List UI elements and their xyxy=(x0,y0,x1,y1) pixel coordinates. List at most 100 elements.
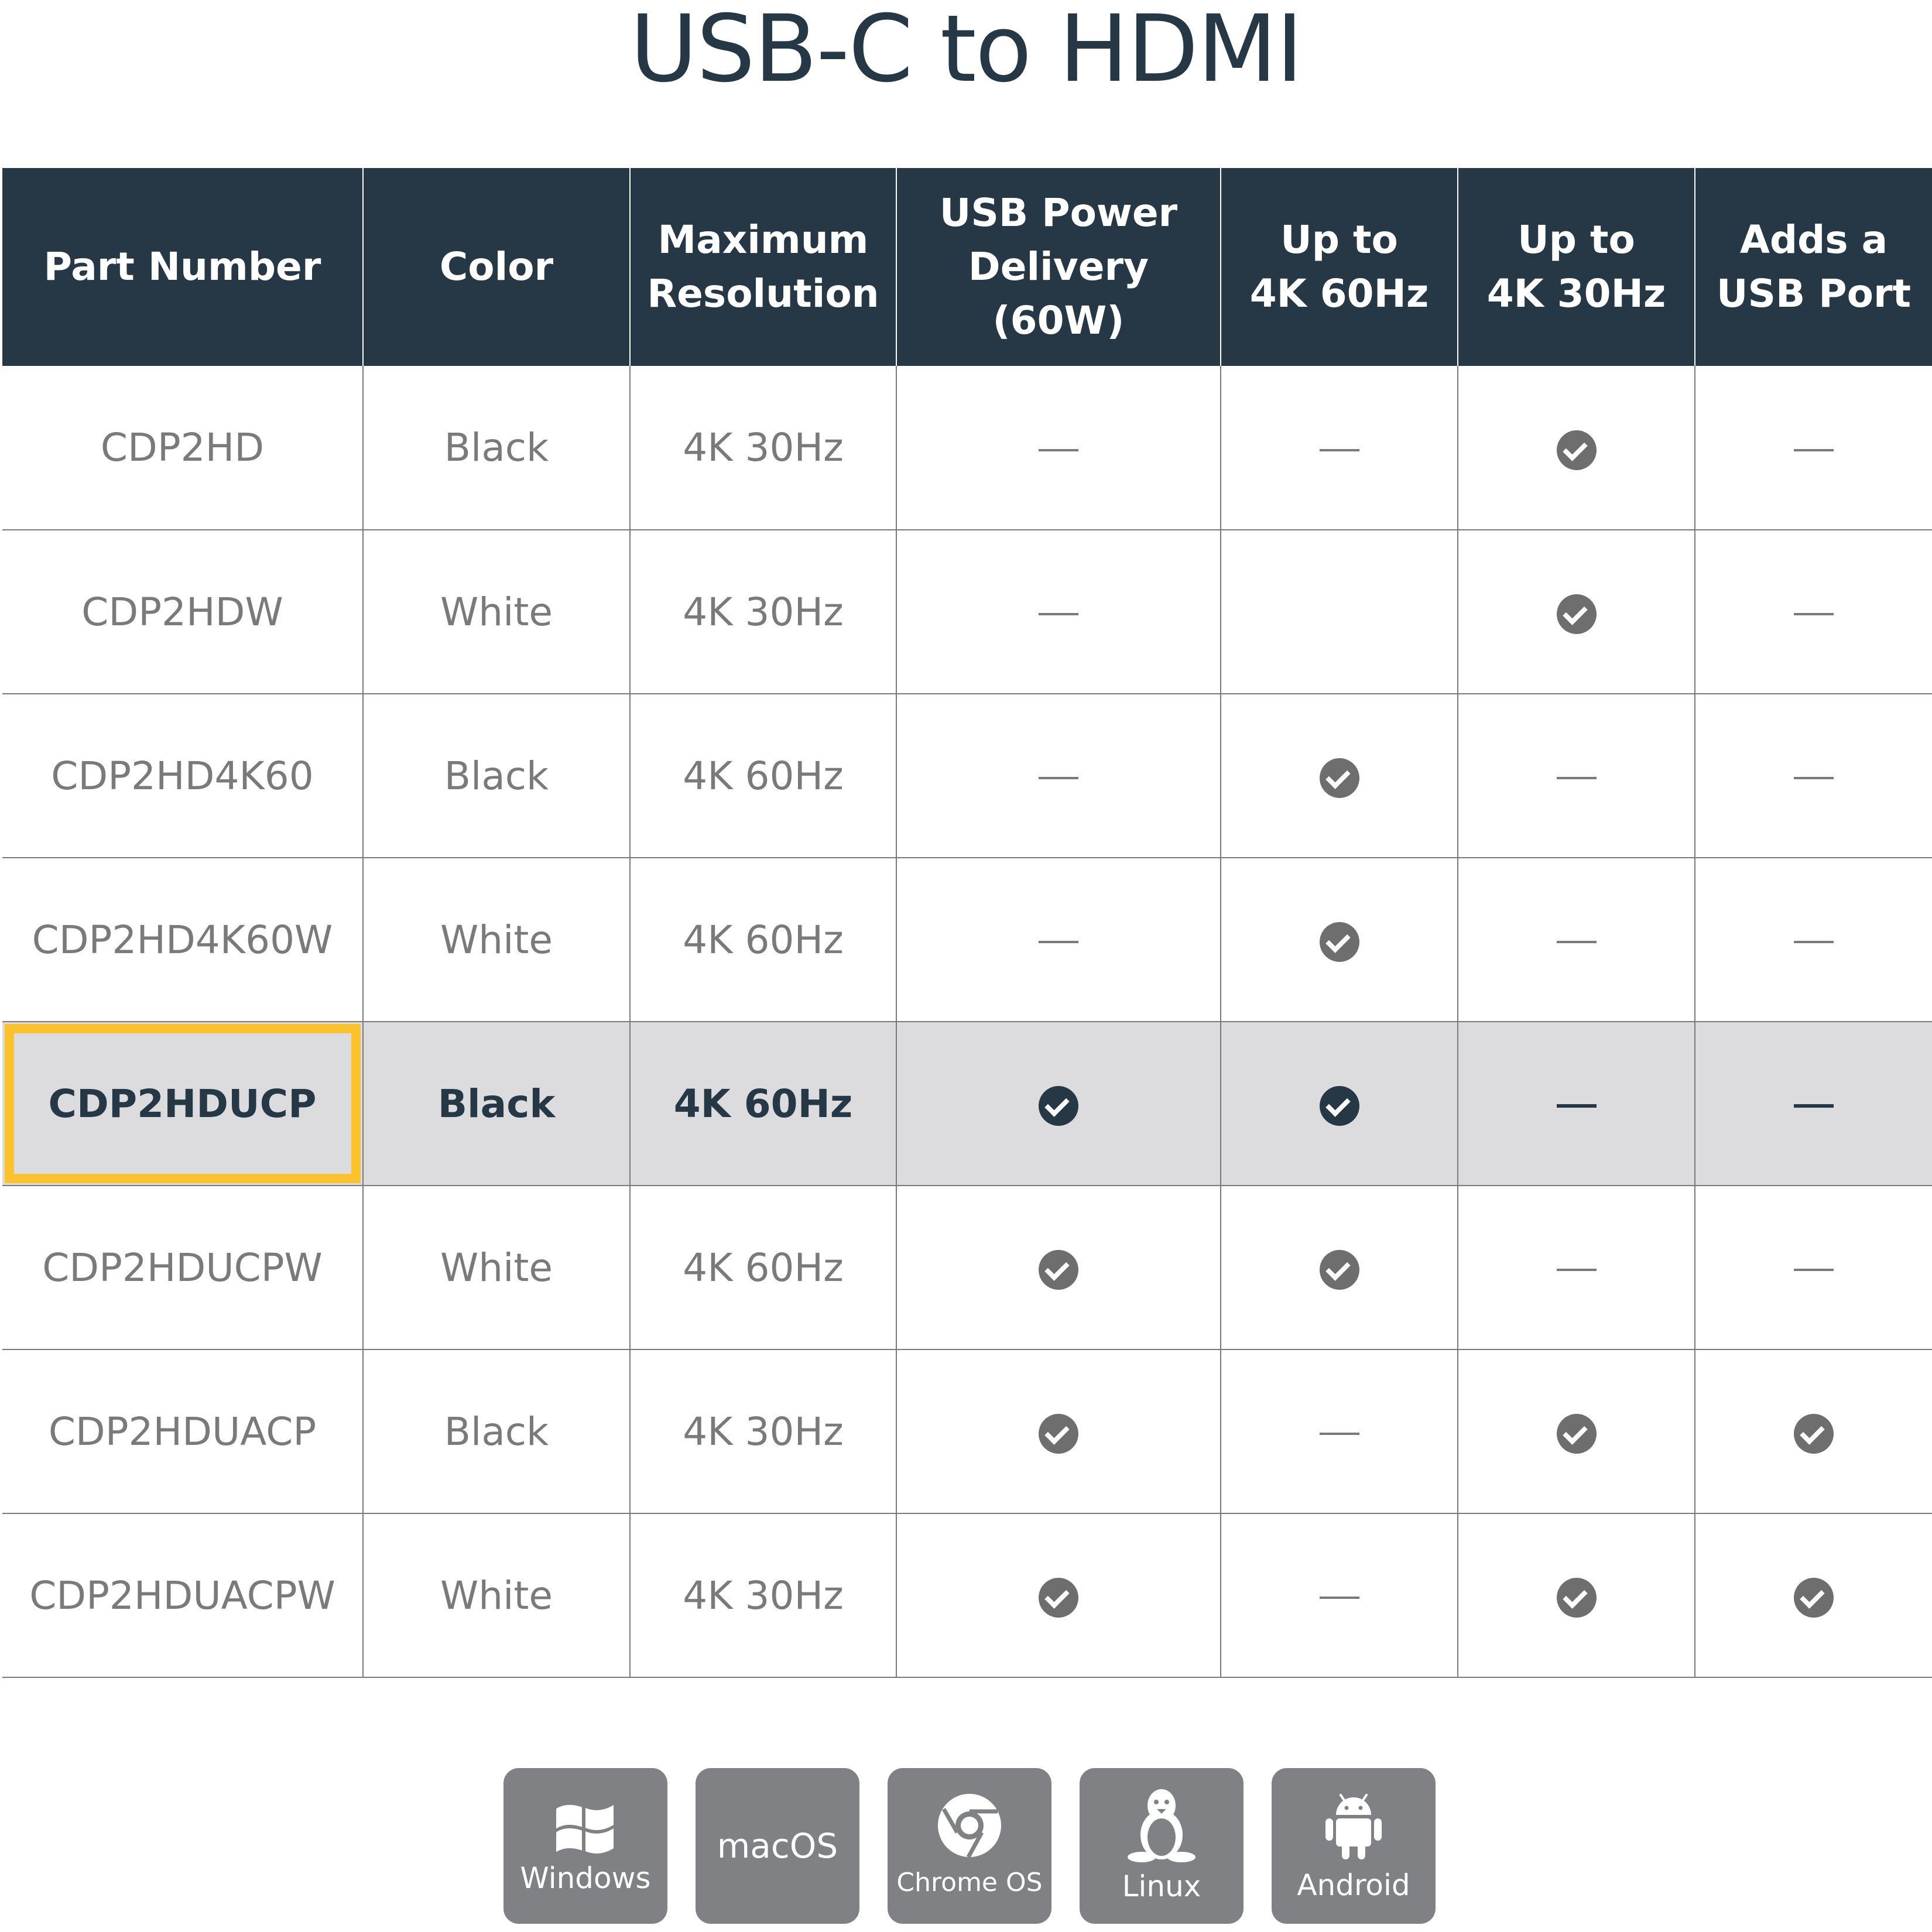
cell-color: White xyxy=(362,1513,630,1678)
table-row: CDP2HDUACPW White 4K 30Hz xyxy=(2,1513,1932,1678)
dash-icon xyxy=(1556,1269,1597,1272)
cell-color: White xyxy=(362,1186,630,1350)
os-label-windows: Windows xyxy=(520,1861,651,1895)
dash-icon xyxy=(1556,777,1597,780)
os-tile-linux: Linux xyxy=(1080,1768,1244,1924)
cell-part: CDP2HDUCP xyxy=(2,1022,363,1186)
cell-usb xyxy=(1694,858,1932,1022)
cell-resolution: 4K 30Hz xyxy=(629,1513,896,1678)
cell-color: White xyxy=(362,858,630,1022)
header-line: Up to xyxy=(1517,217,1635,262)
comparison-table: Part Number Color Maximum Resolution USB Pow… xyxy=(2,168,1932,1678)
column-header-part-number: Part Number xyxy=(2,168,363,366)
table-row: CDP2HDUACP Black 4K 30Hz xyxy=(2,1349,1932,1514)
table-row: CDP2HD4K60 Black 4K 60Hz xyxy=(2,694,1932,858)
cell-part: CDP2HDUACP xyxy=(2,1349,363,1514)
table-row: CDP2HD4K60W White 4K 60Hz xyxy=(2,858,1932,1022)
cell-k60 xyxy=(1220,1349,1458,1514)
cell-pd xyxy=(896,1513,1221,1678)
windows-icon xyxy=(556,1804,614,1854)
cell-pd xyxy=(896,1349,1221,1514)
column-header-up-to-4k-30hz: Up to 4K 30Hz xyxy=(1457,168,1695,366)
dash-icon xyxy=(1319,448,1359,451)
dash-icon xyxy=(1794,448,1834,451)
os-tile-macos: macOS xyxy=(696,1768,859,1924)
dash-icon xyxy=(1794,777,1834,780)
check-icon xyxy=(1319,1086,1359,1126)
cell-color: Black xyxy=(362,366,630,530)
dash-icon xyxy=(1794,941,1834,944)
table-header-row: Part Number Color Maximum Resolution USB Pow… xyxy=(2,168,1932,366)
cell-part: CDP2HD4K60W xyxy=(2,858,363,1022)
check-icon xyxy=(1039,1578,1078,1618)
cell-resolution: 4K 60Hz xyxy=(629,858,896,1022)
table-row: CDP2HDUCPW White 4K 60Hz xyxy=(2,1186,1932,1350)
cell-k30 xyxy=(1457,1022,1695,1186)
header-line: USB Power xyxy=(939,190,1178,235)
page-title: USB-C to HDMI xyxy=(629,0,1303,103)
cell-k60 xyxy=(1220,1186,1458,1350)
cell-k30 xyxy=(1457,1513,1695,1678)
check-icon xyxy=(1319,1250,1359,1290)
check-icon xyxy=(1794,1578,1834,1618)
os-label-linux: Linux xyxy=(1122,1869,1201,1903)
cell-usb xyxy=(1694,1349,1932,1514)
cell-k30 xyxy=(1457,366,1695,530)
cell-resolution: 4K 60Hz xyxy=(629,1186,896,1350)
cell-pd xyxy=(896,858,1221,1022)
dash-icon xyxy=(1319,1597,1359,1599)
check-icon xyxy=(1039,1086,1078,1126)
check-icon xyxy=(1556,1414,1597,1454)
linux-icon xyxy=(1128,1789,1195,1862)
header-line: Part Number xyxy=(43,244,321,289)
android-icon xyxy=(1325,1794,1382,1859)
chrome-icon xyxy=(938,1794,1001,1858)
column-header-adds-usb-port: Adds a USB Port xyxy=(1694,168,1932,366)
cell-pd xyxy=(896,1186,1221,1350)
cell-k30 xyxy=(1457,858,1695,1022)
cell-k60 xyxy=(1220,1513,1458,1678)
check-icon xyxy=(1556,1578,1597,1618)
cell-usb xyxy=(1694,1186,1932,1350)
header-line: 4K 60Hz xyxy=(1249,271,1429,316)
cell-k60 xyxy=(1220,1022,1458,1186)
cell-usb xyxy=(1694,366,1932,530)
header-line: Color xyxy=(439,244,554,289)
cell-resolution: 4K 30Hz xyxy=(629,1349,896,1514)
cell-usb xyxy=(1694,1022,1932,1186)
cell-color: Black xyxy=(362,1022,630,1186)
check-icon xyxy=(1319,922,1359,962)
column-header-usb-power-delivery: USB Power Delivery (60W) xyxy=(896,168,1221,366)
cell-pd xyxy=(896,530,1221,694)
header-line: Adds a xyxy=(1739,217,1888,262)
cell-k30 xyxy=(1457,1186,1695,1350)
header-line: Delivery (60W) xyxy=(968,244,1149,343)
cell-color: Black xyxy=(362,694,630,858)
check-icon xyxy=(1039,1250,1078,1290)
dash-icon xyxy=(1039,941,1078,944)
cell-k60 xyxy=(1220,694,1458,858)
table-row: CDP2HD Black 4K 30Hz xyxy=(2,366,1932,530)
cell-resolution: 4K 60Hz xyxy=(629,694,896,858)
cell-part: CDP2HDUACPW xyxy=(2,1513,363,1678)
cell-k60 xyxy=(1220,530,1458,694)
cell-usb xyxy=(1694,1513,1932,1678)
cell-part: CDP2HDW xyxy=(2,530,363,694)
cell-usb xyxy=(1694,530,1932,694)
dash-icon xyxy=(1794,1104,1834,1108)
cell-k30 xyxy=(1457,530,1695,694)
os-label-android: Android xyxy=(1297,1868,1410,1902)
cell-k30 xyxy=(1457,1349,1695,1514)
check-icon xyxy=(1039,1414,1078,1454)
header-line: Up to xyxy=(1280,217,1398,262)
os-label-chrome-os: Chrome OS xyxy=(896,1868,1043,1897)
cell-color: White xyxy=(362,530,630,694)
column-header-up-to-4k-60hz: Up to 4K 60Hz xyxy=(1220,168,1458,366)
cell-pd xyxy=(896,694,1221,858)
cell-part: CDP2HD xyxy=(2,366,363,530)
cell-k30 xyxy=(1457,694,1695,858)
cell-part: CDP2HDUCPW xyxy=(2,1186,363,1350)
os-tile-android: Android xyxy=(1272,1768,1436,1924)
header-line: Maximum xyxy=(657,217,869,262)
cell-resolution: 4K 60Hz xyxy=(629,1022,896,1186)
